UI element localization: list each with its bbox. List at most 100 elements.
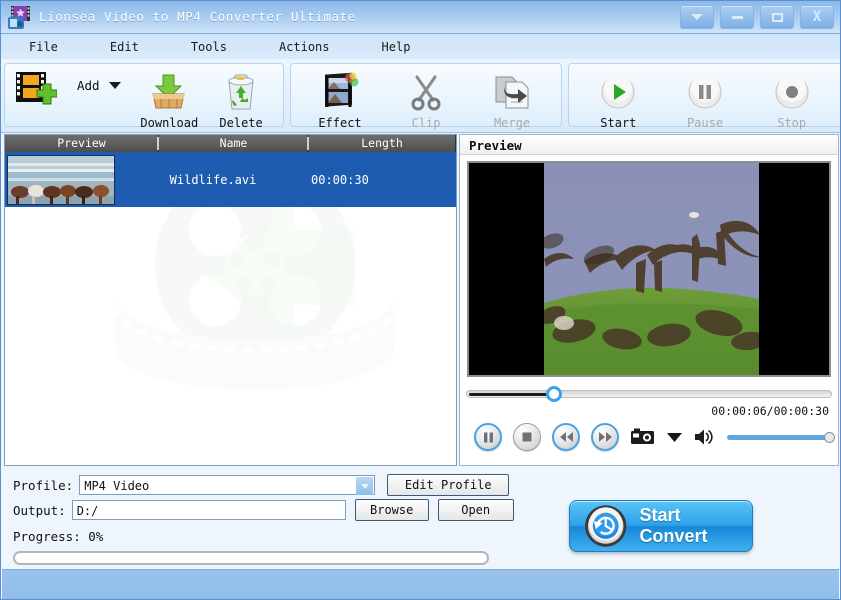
preview-fast-forward-button[interactable] xyxy=(591,423,619,451)
snapshot-dropdown-button[interactable] xyxy=(666,432,683,443)
toolbar-group-transport: Start Pause xyxy=(568,63,841,127)
record-stop-icon xyxy=(773,71,811,113)
stop-icon xyxy=(521,431,533,443)
download-label: Download xyxy=(140,116,198,130)
column-header-preview[interactable]: Preview xyxy=(5,135,159,152)
pause-label: Pause xyxy=(687,116,723,130)
volume-button[interactable] xyxy=(694,428,716,446)
profile-select[interactable]: MP4 Video xyxy=(79,475,375,495)
window-title: Lionsea Video to MP4 Converter Ultimate xyxy=(39,9,356,24)
output-label: Output: xyxy=(13,503,66,518)
maximize-icon xyxy=(772,13,783,22)
effect-button[interactable]: Effect xyxy=(297,68,383,130)
menu-item-help[interactable]: Help xyxy=(372,38,421,56)
clock-refresh-icon xyxy=(584,504,627,548)
preview-rewind-button[interactable] xyxy=(552,423,580,451)
preview-title: Preview xyxy=(460,135,838,155)
browse-button[interactable]: Browse xyxy=(355,499,429,521)
effect-label: Effect xyxy=(318,116,361,130)
menu-item-tools[interactable]: Tools xyxy=(181,38,237,56)
add-dropdown[interactable]: Add xyxy=(61,68,121,93)
window-controls: X xyxy=(680,5,834,29)
menu-item-edit[interactable]: Edit xyxy=(100,38,149,56)
add-button[interactable]: Add xyxy=(11,68,133,110)
merge-documents-icon xyxy=(492,71,532,113)
preview-panel: Preview xyxy=(459,134,839,466)
menu-item-file[interactable]: File xyxy=(19,38,68,56)
seek-fill xyxy=(469,393,551,396)
speaker-volume-icon xyxy=(694,428,716,446)
file-list[interactable]: Preview Name Length xyxy=(4,134,457,466)
delete-button[interactable]: Delete xyxy=(205,68,277,130)
menu-bar: File Edit Tools Actions Help xyxy=(1,34,840,59)
app-icon xyxy=(7,5,32,30)
seek-thumb[interactable] xyxy=(546,386,562,402)
status-bar xyxy=(2,569,839,599)
preview-stop-button[interactable] xyxy=(513,423,541,451)
horses-on-beach-thumbnail xyxy=(7,155,115,205)
progress-label: Progress: 0% xyxy=(13,529,103,544)
title-bar: Lionsea Video to MP4 Converter Ultimate … xyxy=(1,1,840,34)
toolbar: Add Download xyxy=(1,59,840,133)
merge-button[interactable]: Merge xyxy=(469,68,555,130)
column-header-length[interactable]: Length xyxy=(309,135,456,152)
camera-snapshot-icon xyxy=(630,427,655,447)
download-button[interactable]: Download xyxy=(133,68,205,130)
rewind-icon xyxy=(559,431,574,443)
toolbar-group-source: Add Download xyxy=(4,63,284,127)
chevron-down-icon xyxy=(691,14,703,20)
profile-label: Profile: xyxy=(13,478,73,493)
snapshot-button[interactable] xyxy=(630,427,655,447)
video-display[interactable] xyxy=(467,161,831,377)
birds-taking-flight-over-grass xyxy=(544,163,759,375)
start-label: Start xyxy=(600,116,636,130)
cell-file-name: Wildlife.avi xyxy=(115,173,311,187)
add-label: Add xyxy=(77,78,100,93)
delete-label: Delete xyxy=(219,116,262,130)
play-icon xyxy=(599,71,637,113)
open-button[interactable]: Open xyxy=(438,499,514,521)
toolbar-group-edit: Effect Clip xyxy=(290,63,562,127)
cell-file-length: 00:00:30 xyxy=(311,173,456,187)
clip-label: Clip xyxy=(412,116,441,130)
stop-button[interactable]: Stop xyxy=(748,68,835,130)
start-convert-label: Start Convert xyxy=(639,505,752,547)
download-box-icon xyxy=(149,71,189,113)
output-row: Output: D:/ Browse Open xyxy=(13,499,514,521)
minimize-button[interactable] xyxy=(720,5,754,29)
clip-button[interactable]: Clip xyxy=(383,68,469,130)
merge-label: Merge xyxy=(494,116,530,130)
close-icon: X xyxy=(813,10,821,24)
add-video-icon xyxy=(11,68,61,110)
file-list-header: Preview Name Length xyxy=(5,135,456,152)
minimize-icon xyxy=(732,16,743,19)
start-button[interactable]: Start xyxy=(575,68,662,130)
pause-icon xyxy=(482,431,495,444)
profile-row: Profile: MP4 Video Edit Profile xyxy=(13,474,509,496)
edit-profile-button[interactable]: Edit Profile xyxy=(387,474,509,496)
output-path-input[interactable]: D:/ xyxy=(72,500,346,520)
player-controls xyxy=(474,423,838,451)
recycle-bin-icon xyxy=(222,71,260,113)
menu-item-actions[interactable]: Actions xyxy=(269,38,340,56)
maximize-button[interactable] xyxy=(760,5,794,29)
start-convert-button[interactable]: Start Convert xyxy=(569,500,753,552)
chevron-down-icon xyxy=(666,432,683,443)
application-window: Lionsea Video to MP4 Converter Ultimate … xyxy=(0,0,841,600)
volume-thumb[interactable] xyxy=(824,432,835,443)
collapse-button[interactable] xyxy=(680,5,714,29)
chevron-down-icon[interactable] xyxy=(356,477,373,495)
pause-button[interactable]: Pause xyxy=(662,68,749,130)
table-row[interactable]: Wildlife.avi 00:00:30 xyxy=(5,152,456,207)
fast-forward-icon xyxy=(598,431,613,443)
effect-filmstrip-icon xyxy=(320,71,360,113)
pause-icon xyxy=(686,71,724,113)
preview-pause-button[interactable] xyxy=(474,423,502,451)
column-header-name[interactable]: Name xyxy=(159,135,309,152)
seek-slider[interactable] xyxy=(466,384,832,402)
close-button[interactable]: X xyxy=(800,5,834,29)
stop-label: Stop xyxy=(777,116,806,130)
playback-time: 00:00:06/00:00:30 xyxy=(460,404,838,418)
progress-bar xyxy=(13,551,489,565)
volume-slider[interactable] xyxy=(727,435,832,440)
